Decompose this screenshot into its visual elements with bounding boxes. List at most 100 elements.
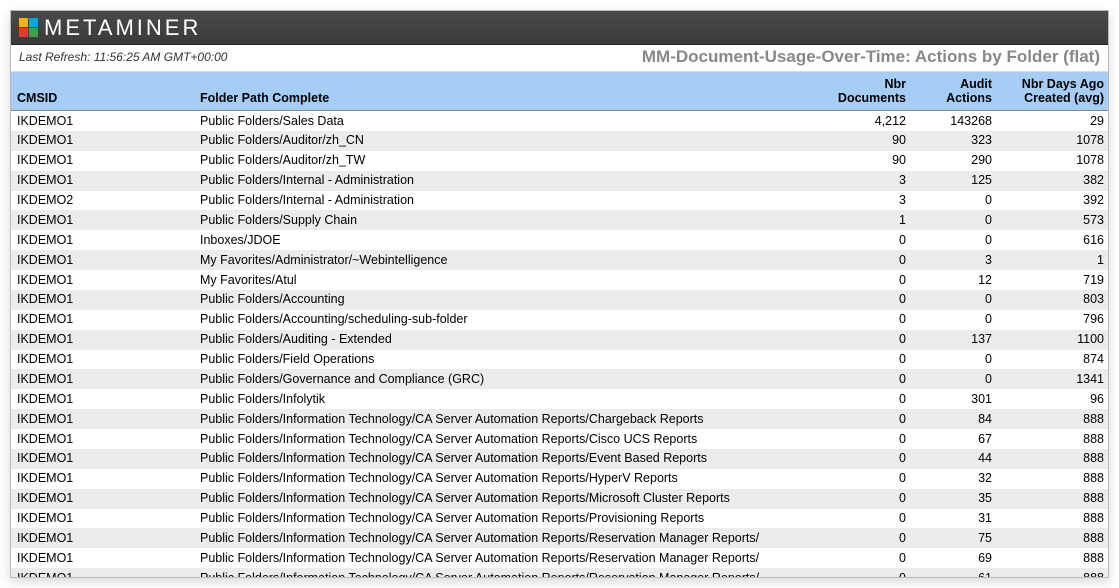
table-row[interactable]: IKDEMO1Public Folders/Supply Chain10573 [11,210,1108,230]
cell-cmsid: IKDEMO1 [11,131,194,151]
cell-actions: 67 [912,429,998,449]
cell-folder: Public Folders/Information Technology/CA… [194,548,814,568]
cell-actions: 0 [912,350,998,370]
table-row[interactable]: IKDEMO1Public Folders/Information Techno… [11,449,1108,469]
table-header-row: CMSID Folder Path Complete NbrDocuments … [11,72,1108,111]
table-row[interactable]: IKDEMO1Public Folders/Information Techno… [11,489,1108,509]
cell-cmsid: IKDEMO1 [11,310,194,330]
table-row[interactable]: IKDEMO1Public Folders/Information Techno… [11,568,1108,577]
table-row[interactable]: IKDEMO1Public Folders/Information Techno… [11,409,1108,429]
cell-days: 29 [998,111,1108,131]
cell-cmsid: IKDEMO1 [11,429,194,449]
report-table-wrap: CMSID Folder Path Complete NbrDocuments … [11,72,1108,577]
cell-docs: 4,212 [814,111,912,131]
table-row[interactable]: IKDEMO1Public Folders/Governance and Com… [11,369,1108,389]
cell-folder: Public Folders/Sales Data [194,111,814,131]
report-frame: METAMINER Last Refresh: 11:56:25 AM GMT+… [10,10,1109,578]
metaminer-logo-icon [19,18,38,37]
col-nbr-documents[interactable]: NbrDocuments [814,72,912,111]
cell-folder: Public Folders/Information Technology/CA… [194,469,814,489]
cell-actions: 31 [912,509,998,529]
table-row[interactable]: IKDEMO1Public Folders/Sales Data4,212143… [11,111,1108,131]
cell-actions: 32 [912,469,998,489]
cell-days: 888 [998,489,1108,509]
col-audit-actions[interactable]: AuditActions [912,72,998,111]
cell-cmsid: IKDEMO1 [11,250,194,270]
cell-docs: 0 [814,449,912,469]
cell-cmsid: IKDEMO1 [11,270,194,290]
table-body: IKDEMO1Public Folders/Sales Data4,212143… [11,111,1108,578]
cell-folder: Inboxes/JDOE [194,230,814,250]
cell-docs: 0 [814,469,912,489]
cell-actions: 75 [912,528,998,548]
cell-actions: 323 [912,131,998,151]
table-row[interactable]: IKDEMO1Public Folders/Auditor/zh_TW90290… [11,151,1108,171]
cell-days: 1 [998,250,1108,270]
cell-days: 888 [998,528,1108,548]
cell-actions: 0 [912,290,998,310]
table-row[interactable]: IKDEMO1Public Folders/Information Techno… [11,548,1108,568]
col-folder[interactable]: Folder Path Complete [194,72,814,111]
report-title: MM-Document-Usage-Over-Time: Actions by … [642,47,1100,67]
table-row[interactable]: IKDEMO1Public Folders/Information Techno… [11,429,1108,449]
cell-folder: Public Folders/Information Technology/CA… [194,429,814,449]
cell-folder: Public Folders/Infolytik [194,389,814,409]
cell-actions: 143268 [912,111,998,131]
cell-cmsid: IKDEMO1 [11,230,194,250]
table-row[interactable]: IKDEMO1Public Folders/Field Operations00… [11,350,1108,370]
table-row[interactable]: IKDEMO1Public Folders/Auditing - Extende… [11,330,1108,350]
cell-docs: 0 [814,389,912,409]
cell-actions: 0 [912,191,998,211]
cell-actions: 12 [912,270,998,290]
last-refresh: Last Refresh: 11:56:25 AM GMT+00:00 [19,50,227,64]
cell-docs: 3 [814,191,912,211]
cell-days: 888 [998,568,1108,577]
table-row[interactable]: IKDEMO1Public Folders/Infolytik030196 [11,389,1108,409]
cell-docs: 0 [814,250,912,270]
cell-docs: 3 [814,171,912,191]
table-row[interactable]: IKDEMO1Public Folders/Accounting/schedul… [11,310,1108,330]
cell-docs: 0 [814,310,912,330]
table-row[interactable]: IKDEMO2Public Folders/Internal - Adminis… [11,191,1108,211]
cell-cmsid: IKDEMO1 [11,369,194,389]
table-row[interactable]: IKDEMO1Public Folders/Internal - Adminis… [11,171,1108,191]
cell-docs: 0 [814,350,912,370]
cell-folder: Public Folders/Information Technology/CA… [194,449,814,469]
table-row[interactable]: IKDEMO1Public Folders/Information Techno… [11,469,1108,489]
last-refresh-label: Last Refresh: [19,50,90,64]
col-cmsid[interactable]: CMSID [11,72,194,111]
last-refresh-value: 11:56:25 AM GMT+00:00 [94,50,228,64]
cell-folder: Public Folders/Auditor/zh_CN [194,131,814,151]
cell-days: 616 [998,230,1108,250]
cell-docs: 90 [814,151,912,171]
cell-folder: Public Folders/Internal - Administration [194,171,814,191]
cell-docs: 90 [814,131,912,151]
cell-days: 803 [998,290,1108,310]
col-nbr-days-ago[interactable]: Nbr Days AgoCreated (avg) [998,72,1108,111]
cell-folder: Public Folders/Information Technology/CA… [194,489,814,509]
cell-docs: 0 [814,489,912,509]
cell-days: 888 [998,548,1108,568]
table-row[interactable]: IKDEMO1Public Folders/Auditor/zh_CN90323… [11,131,1108,151]
table-row[interactable]: IKDEMO1Public Folders/Accounting00803 [11,290,1108,310]
table-row[interactable]: IKDEMO1My Favorites/Administrator/~Webin… [11,250,1108,270]
cell-actions: 84 [912,409,998,429]
title-bar: METAMINER [11,11,1108,45]
table-row[interactable]: IKDEMO1Public Folders/Information Techno… [11,509,1108,529]
cell-folder: Public Folders/Information Technology/CA… [194,509,814,529]
table-row[interactable]: IKDEMO1Inboxes/JDOE00616 [11,230,1108,250]
table-row[interactable]: IKDEMO1My Favorites/Atul012719 [11,270,1108,290]
cell-days: 392 [998,191,1108,211]
cell-cmsid: IKDEMO1 [11,469,194,489]
cell-actions: 301 [912,389,998,409]
cell-actions: 290 [912,151,998,171]
cell-days: 888 [998,449,1108,469]
report-table: CMSID Folder Path Complete NbrDocuments … [11,72,1108,577]
cell-docs: 0 [814,270,912,290]
cell-docs: 0 [814,230,912,250]
cell-folder: Public Folders/Auditor/zh_TW [194,151,814,171]
cell-days: 96 [998,389,1108,409]
cell-cmsid: IKDEMO1 [11,350,194,370]
table-row[interactable]: IKDEMO1Public Folders/Information Techno… [11,528,1108,548]
cell-actions: 61 [912,568,998,577]
